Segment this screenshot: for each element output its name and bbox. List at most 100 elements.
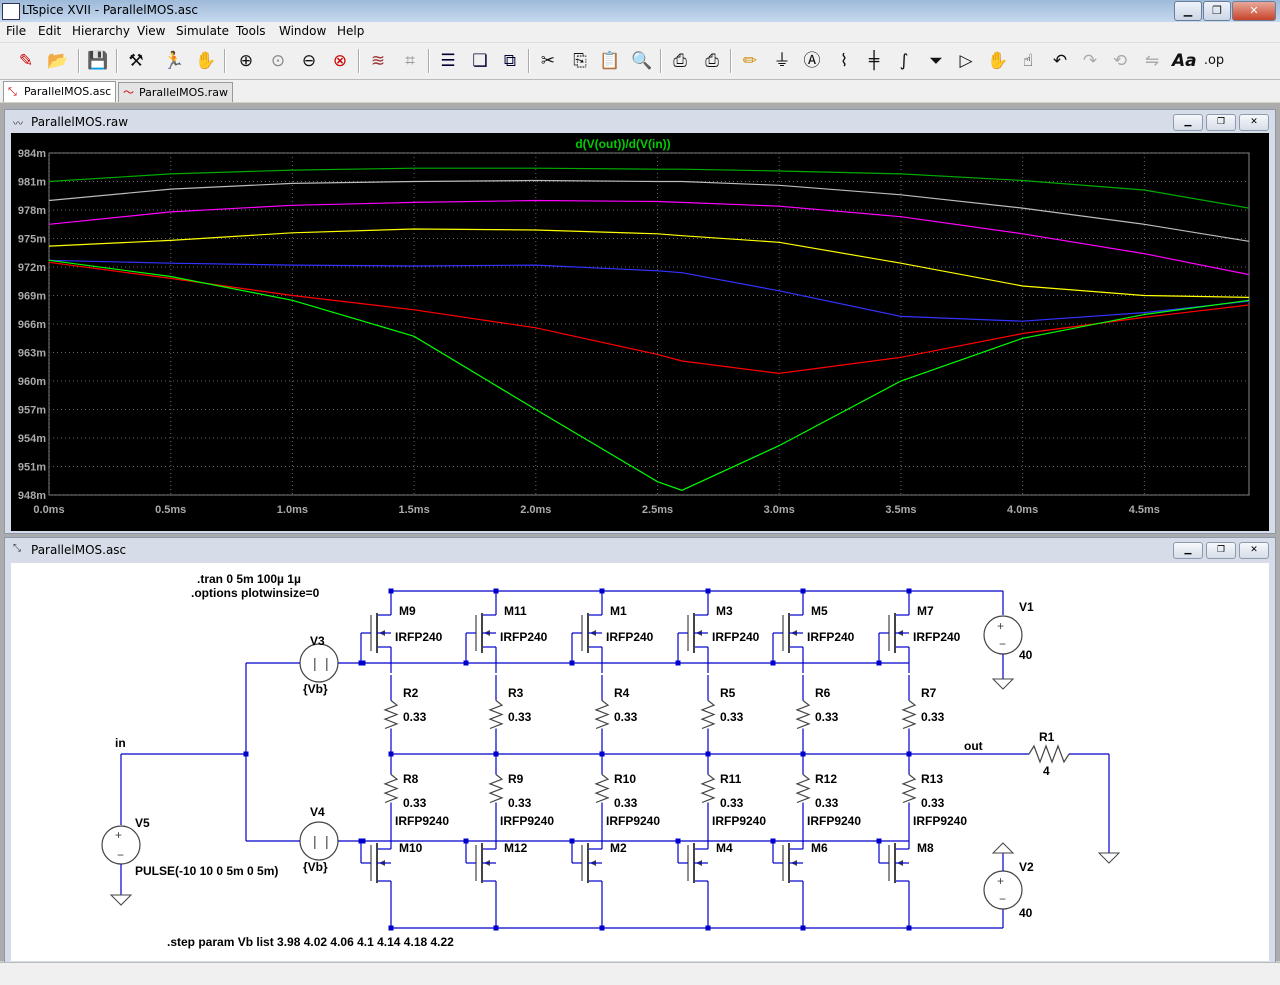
control-panel-icon[interactable]: ⚒ (124, 49, 148, 73)
component-icon[interactable]: ▷ (954, 49, 978, 73)
x-tick-label: 3.0ms (764, 504, 795, 516)
resistor-icon[interactable]: ⌇ (832, 49, 856, 73)
r1-value: 4 (1043, 764, 1050, 778)
y-tick-label: 978m (18, 205, 46, 217)
close-button[interactable]: ✕ (1232, 1, 1276, 21)
plot-pane[interactable]: d(V(out))/d(V(in)) 984m 981m 978m 975m 972m 9… (11, 133, 1269, 531)
menu-help[interactable]: Help (337, 24, 364, 38)
menu-tools[interactable]: Tools (236, 24, 266, 38)
plot-minimize-button[interactable]: ▁ (1173, 114, 1203, 131)
junction (360, 660, 366, 666)
drag-icon[interactable]: ☝ (1016, 49, 1040, 73)
paste-icon[interactable]: 📋 (598, 49, 622, 73)
series-line-6 (48, 259, 1250, 491)
fet-top-model-1: IRFP240 (500, 630, 548, 644)
waveform-chart[interactable]: d(V(out))/d(V(in)) 984m 981m 978m 975m 972m 9… (11, 133, 1269, 531)
tab-schematic[interactable]: ⤡ ParallelMOS.asc (3, 81, 117, 102)
move-icon[interactable]: ✋ (986, 49, 1010, 73)
save-icon[interactable]: 💾 (86, 49, 110, 73)
app-icon (2, 3, 20, 20)
y-tick-label: 984m (18, 148, 46, 160)
schem-close-button[interactable]: ✕ (1239, 542, 1269, 559)
menu-view[interactable]: View (137, 24, 165, 38)
diode-icon[interactable]: ⏷ (924, 49, 948, 73)
tile-vertical-icon[interactable]: ⧉ (498, 49, 522, 73)
x-tick-label: 2.0ms (520, 504, 551, 516)
pan-icon[interactable]: ⊙ (266, 49, 290, 73)
fet-bottom-model-1: IRFP9240 (500, 814, 554, 828)
menu-file[interactable]: File (6, 24, 26, 38)
tab-waveform[interactable]: 〜 ParallelMOS.raw (118, 82, 233, 102)
v1-value: 40 (1019, 648, 1033, 662)
cut-icon[interactable]: ✂ (536, 49, 560, 73)
find-icon[interactable]: 🔍 (630, 49, 654, 73)
status-bar (0, 962, 1280, 985)
schematic-window-icon: ⤡ (13, 543, 21, 554)
series-line-2 (48, 199, 1250, 276)
halt-icon[interactable]: ✋ (194, 49, 218, 73)
zoom-in-icon[interactable]: ⊕ (234, 49, 258, 73)
x-tick-label: 1.5ms (399, 504, 430, 516)
resistor-top-3 (700, 700, 716, 730)
menu-hierarchy[interactable]: Hierarchy (72, 24, 130, 38)
menu-edit[interactable]: Edit (38, 24, 61, 38)
redo-icon[interactable]: ↷ (1078, 49, 1102, 73)
zoom-out-icon[interactable]: ⊖ (297, 49, 321, 73)
res-bottom-value-5: 0.33 (921, 796, 945, 810)
v1-ground (991, 678, 1015, 690)
v4-plus: | (325, 833, 329, 849)
x-tick-label: 1.0ms (277, 504, 308, 516)
res-bottom-value-1: 0.33 (508, 796, 532, 810)
mirror-icon[interactable]: ⇋ (1140, 49, 1164, 73)
schem-restore-button[interactable]: ❐ (1206, 542, 1236, 559)
fet-top-name-3: M3 (716, 604, 733, 618)
plot-restore-button[interactable]: ❐ (1206, 114, 1236, 131)
resistor-top-4 (795, 700, 811, 730)
ground-icon[interactable]: ⏚ (770, 49, 794, 73)
open-icon[interactable]: 📂 (46, 49, 70, 73)
rotate-icon[interactable]: ⟲ (1108, 49, 1132, 73)
zoom-fit-icon[interactable]: ⊗ (328, 49, 352, 73)
maximize-button[interactable]: ❐ (1203, 1, 1231, 21)
tile-horizontal-icon[interactable]: ☰ (436, 49, 460, 73)
minimize-button[interactable]: ▁ (1174, 1, 1202, 21)
cascade-icon[interactable]: ❏ (468, 49, 492, 73)
res-bottom-value-2: 0.33 (614, 796, 638, 810)
schematic-drawing[interactable]: M9 IRFP240 R2 0.33 R8 0.33 IRFP9240 M10 M11 IRFP2… (11, 563, 1269, 961)
r1-ground (1097, 852, 1121, 864)
menu-simulate[interactable]: Simulate (176, 24, 229, 38)
res-bottom-value-3: 0.33 (720, 796, 744, 810)
v5-value: PULSE(-10 10 0 5m 0 5m) (135, 864, 278, 878)
series-line-4 (48, 259, 1250, 322)
spice-directive-icon[interactable]: .op (1202, 49, 1226, 73)
text-icon[interactable]: Aa (1172, 49, 1197, 73)
v4-value: {Vb} (303, 860, 328, 874)
schematic-window-title: ParallelMOS.asc (31, 543, 127, 557)
plot-close-button[interactable]: ✕ (1239, 114, 1269, 131)
menu-window[interactable]: Window (279, 24, 326, 38)
run-icon[interactable]: 🏃 (162, 49, 186, 73)
draw-wire-icon[interactable]: ✏ (738, 49, 762, 73)
res-top-value-1: 0.33 (508, 710, 532, 724)
schem-minimize-button[interactable]: ▁ (1173, 542, 1203, 559)
res-top-value-4: 0.33 (815, 710, 839, 724)
schematic-canvas[interactable]: M9 IRFP240 R2 0.33 R8 0.33 IRFP9240 M10 M11 IRFP2… (11, 563, 1269, 961)
autorange-icon[interactable]: ≋ (366, 49, 390, 73)
fet-top-name-0: M9 (399, 604, 416, 618)
capacitor-icon[interactable]: ╪ (862, 49, 886, 73)
fet-bottom-model-3: IRFP9240 (712, 814, 766, 828)
print-icon[interactable]: ⎙ (668, 49, 692, 73)
undo-icon[interactable]: ↶ (1048, 49, 1072, 73)
label-net-icon[interactable]: Ⓐ (800, 49, 824, 73)
fet-bottom-model-5: IRFP9240 (913, 814, 967, 828)
fet-bottom-name-1: M12 (504, 841, 528, 855)
inductor-icon[interactable]: ∫ (892, 49, 916, 73)
print-setup-icon[interactable]: ⎙ (700, 49, 724, 73)
copy-icon[interactable]: ⎘ (568, 49, 592, 73)
document-tabs: ⤡ ParallelMOS.asc 〜 ParallelMOS.raw (0, 80, 1280, 102)
y-tick-label: 948m (18, 490, 46, 502)
resistor-bottom-0 (383, 774, 399, 804)
fft-icon[interactable]: ⌗ (398, 49, 422, 73)
v3-minus: | (313, 655, 317, 671)
new-schematic-icon[interactable]: ✎ (14, 49, 38, 73)
